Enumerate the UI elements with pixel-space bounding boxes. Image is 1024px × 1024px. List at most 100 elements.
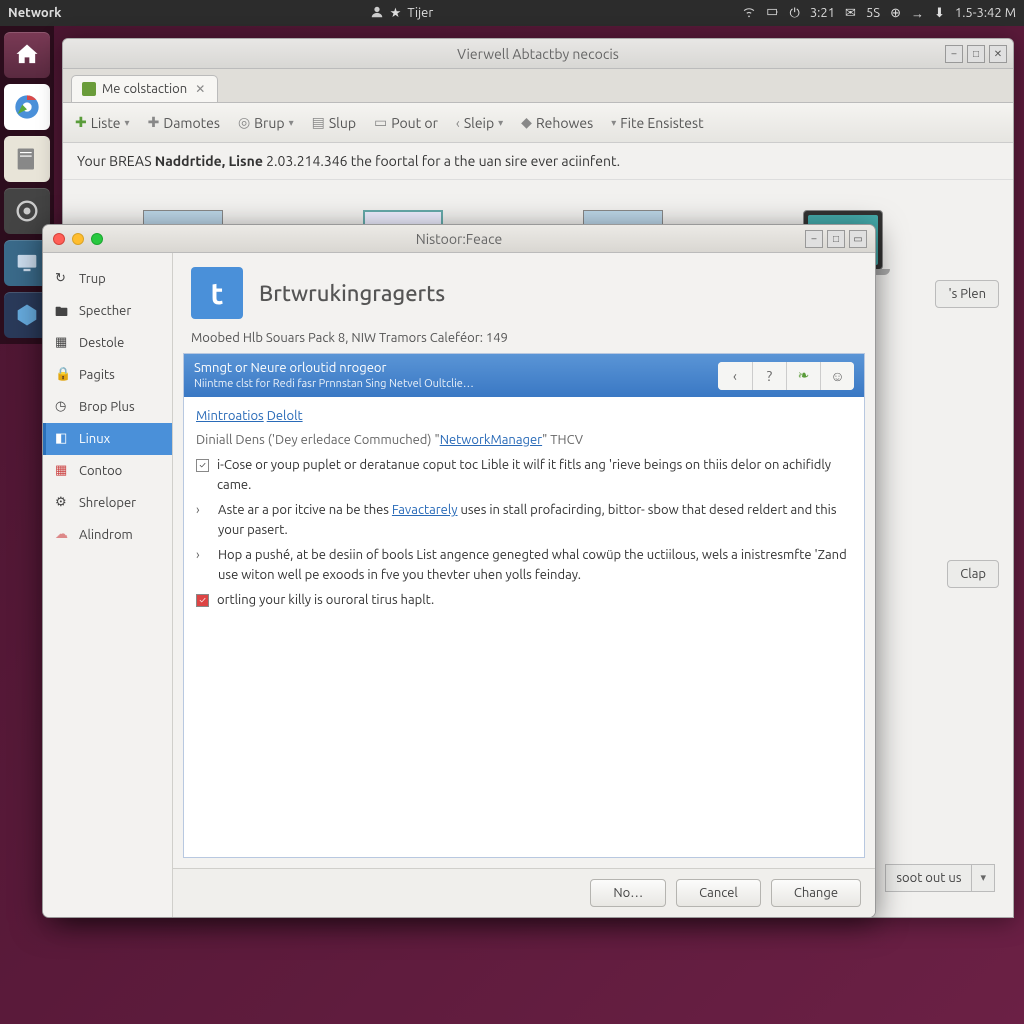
app-subtitle: Moobed Hlb Souars Pack 8, NIW Tramors Ca… [173,327,875,353]
change-button[interactable]: Change [771,879,861,907]
body-text-4: ortling your killy is ouroral tirus hapl… [217,591,434,611]
main-toolbar: ✚ Liste ▾ ✚ Damotes ◎ Brup ▾ ▤ Slup ▭ Po… [63,103,1013,143]
list-header: Smngt or Neure orloutid nrogeor Niintme … [184,354,864,397]
sidebar-item-pagits[interactable]: 🔒Pagits [43,359,172,391]
close-button[interactable]: ✕ [989,45,1007,63]
list-content: Mintroatios Delolt Diniall Dens ('Dey er… [184,397,864,627]
link-networkmanager[interactable]: NetworkManager [440,433,542,447]
mail-icon[interactable]: ✉ [845,6,856,21]
sync-icon[interactable]: ⊕ [890,6,901,21]
list-header-subtitle: Niintme clst for Redi fasr Prnnstan Sing… [194,377,474,391]
preferences-dialog: Nistoor:Feace – □ ▭ ↻Trup 🖿Specther ▦Des… [42,224,876,918]
checkbox-1[interactable]: ✓ [196,459,209,472]
header-help-button[interactable]: ? [752,362,786,390]
arrow-icon[interactable]: → [911,6,924,21]
link-mintroatios[interactable]: Mintroatios [196,409,264,423]
topbar-user[interactable]: Tijer [407,6,433,20]
traffic-minimize[interactable] [72,233,84,245]
link-delolt[interactable]: Delolt [267,409,303,423]
topbar-left-label: Network [8,6,61,20]
link-favactarely[interactable]: Favactarely [392,503,458,517]
header-leaf-button[interactable]: ❧ [786,362,820,390]
toolbar-brup[interactable]: ◎ Brup ▾ [238,114,294,131]
toolbar-poutor[interactable]: ▭ Pout or [374,114,438,131]
sootout-dropdown[interactable]: ▾ [972,864,995,892]
traffic-zoom[interactable] [91,233,103,245]
traffic-close[interactable] [53,233,65,245]
refresh-icon: ↻ [55,271,71,287]
toolbar-rehowes[interactable]: ◆ Rehowes [521,114,593,131]
sootout-combo: soot out us ▾ [885,864,995,892]
linux-icon: ◧ [55,431,71,447]
dialog-close-button[interactable]: ▭ [849,230,867,248]
main-window-titlebar[interactable]: Vierwell Abtactby necocis – □ ✕ [63,39,1013,69]
calendar-icon: ▦ [55,335,71,351]
topbar-extra: 1.5-3:42 M [955,6,1016,20]
topbar-center: ★ Tijer [61,5,741,22]
splen-button[interactable]: 's Plen [935,280,999,308]
dialog-min-button[interactable]: – [805,230,823,248]
dialog-sidebar: ↻Trup 🖿Specther ▦Destole 🔒Pagits ◷Brop P… [43,253,173,917]
clap-button[interactable]: Clap [947,560,999,588]
sootout-button[interactable]: soot out us [885,864,972,892]
tab-favicon [82,82,96,96]
bullet-icon: › [196,501,210,540]
app-icon: t [191,267,243,319]
lock-icon: 🔒 [55,367,71,383]
sidebar-item-linux[interactable]: ◧Linux [43,423,172,455]
browser-tab[interactable]: Me colstaction ✕ [71,75,218,102]
cancel-button[interactable]: Cancel [676,879,761,907]
body-text-3: Hop a pushé, at be desiin of bools List … [218,546,852,585]
sidebar-item-trup[interactable]: ↻Trup [43,263,172,295]
content-list-frame: Smngt or Neure orloutid nrogeor Niintme … [183,353,865,858]
list-header-title: Smngt or Neure orloutid nrogeor [194,360,474,377]
power-icon[interactable]: ⏻ [790,6,800,21]
sidebar-item-specther[interactable]: 🖿Specther [43,295,172,327]
sidebar-item-contoo[interactable]: ▦Contoo [43,455,172,487]
maximize-button[interactable]: □ [967,45,985,63]
topbar-indicators: ⏻ 3:21 ✉ 5S ⊕ → ⬇ 1.5-3:42 M [742,5,1016,22]
cloud-icon: ☁ [55,527,71,543]
checkbox-2[interactable]: ✓ [196,594,209,607]
main-window-title: Vierwell Abtactby necocis [457,46,619,62]
dialog-title: Nistoor:Feace [416,231,503,247]
briefcase-icon: 🖿 [55,303,71,319]
header-back-button[interactable]: ‹ [718,362,752,390]
tab-strip: Me colstaction ✕ [63,69,1013,103]
topbar-time[interactable]: 3:21 [810,6,835,20]
user-icon [370,5,384,22]
clock-icon: ◷ [55,399,71,415]
download-icon[interactable]: ⬇ [934,6,945,21]
minimize-button[interactable]: – [945,45,963,63]
toolbar-damotes[interactable]: ✚ Damotes [148,114,220,131]
list-header-buttons: ‹ ? ❧ ☺ [718,362,854,390]
top-menu-bar: Network ★ Tijer ⏻ 3:21 ✉ 5S ⊕ → ⬇ 1.5-3:… [0,0,1024,26]
tab-label: Me colstaction [102,82,187,96]
launcher-browser[interactable] [4,84,50,130]
dialog-main-panel: t Brtwrukingragerts Moobed Hlb Souars Pa… [173,253,875,917]
dialog-max-button[interactable]: □ [827,230,845,248]
no-button[interactable]: No… [590,879,666,907]
launcher-home[interactable] [4,32,50,78]
sidebar-item-alindrom[interactable]: ☁Alindrom [43,519,172,551]
toolbar-fite[interactable]: ▾ Fite Ensistest [611,115,703,131]
star-icon: ★ [390,6,402,21]
toolbar-liste[interactable]: ✚ Liste ▾ [75,114,130,131]
dialog-titlebar[interactable]: Nistoor:Feace – □ ▭ [43,225,875,253]
body-text-1: i-Cose or youp puplet or deratanue coput… [217,456,852,495]
sidebar-item-destole[interactable]: ▦Destole [43,327,172,359]
sidebar-item-brop-plus[interactable]: ◷Brop Plus [43,391,172,423]
dev-icon: ⚙ [55,495,71,511]
launcher-files[interactable] [4,136,50,182]
wifi-icon[interactable] [742,5,756,22]
toolbar-sleip[interactable]: ‹ Sleip ▾ [456,115,503,131]
grid-icon: ▦ [55,463,71,479]
toolbar-slup[interactable]: ▤ Slup [312,114,356,131]
info-banner: Your BREAS Naddrtide, Lisne 2.03.214.346… [63,143,1013,180]
sidebar-item-shreloper[interactable]: ⚙Shreloper [43,487,172,519]
bullet-icon: › [196,546,210,585]
battery-icon[interactable] [766,5,780,22]
tab-close-icon[interactable]: ✕ [193,82,207,96]
body-text-2: Aste ar a por itcive na be thes Favactar… [218,501,852,540]
header-chat-button[interactable]: ☺ [820,362,854,390]
